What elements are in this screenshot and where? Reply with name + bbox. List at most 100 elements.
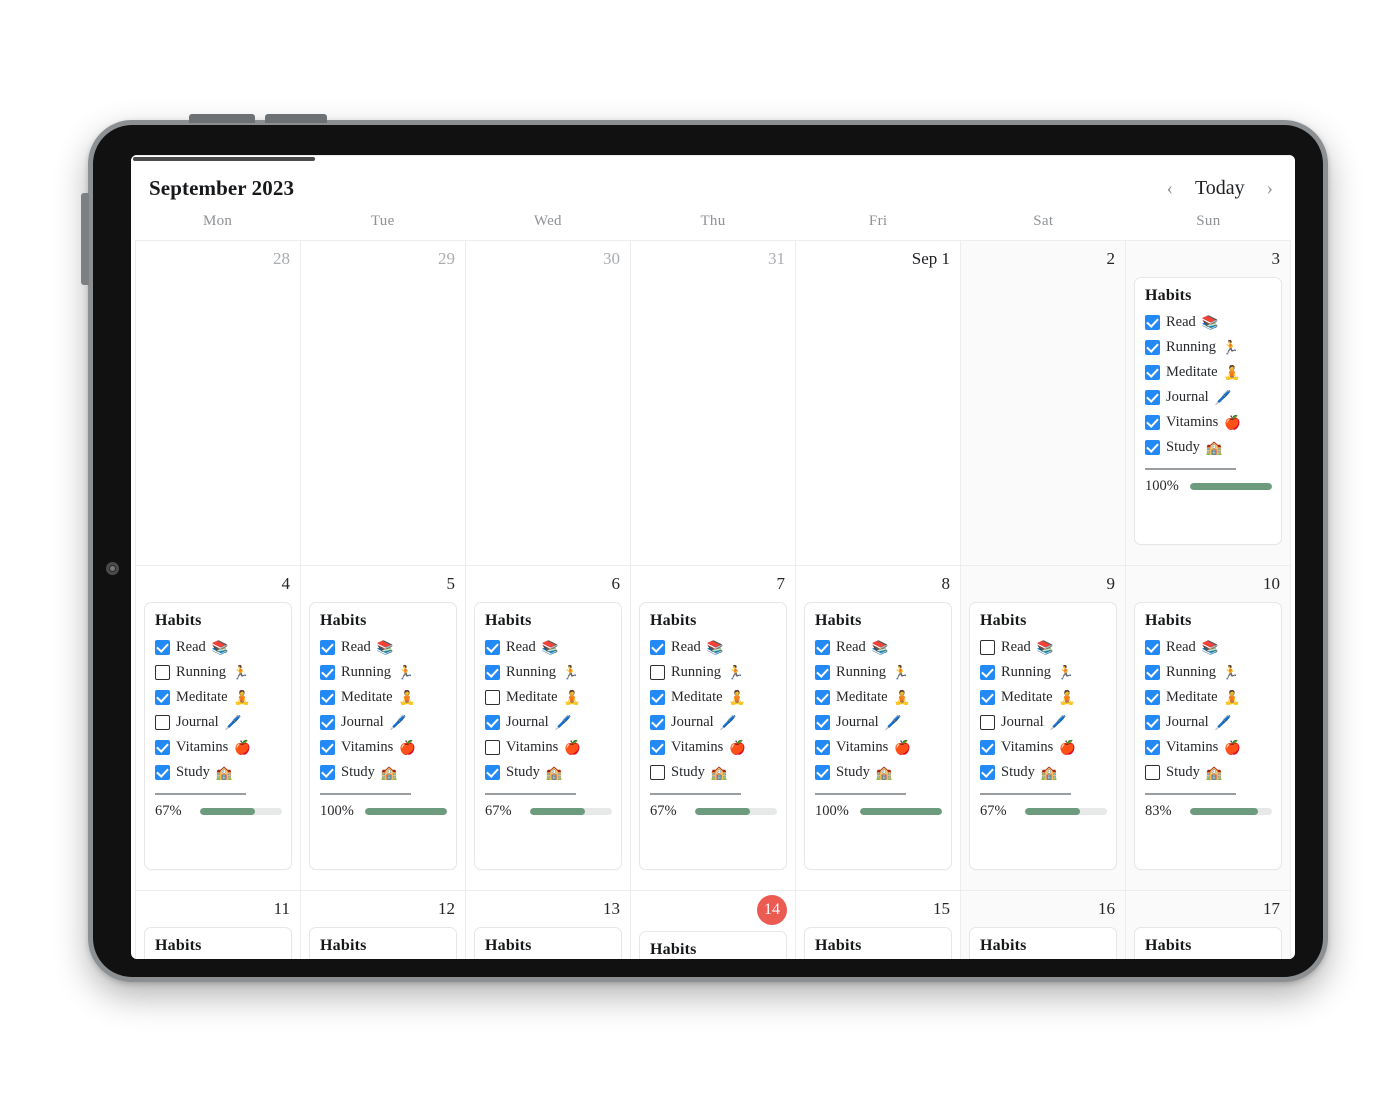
habit-row[interactable]: Journal 🖊️ [815, 710, 942, 735]
habits-card[interactable]: Habits [144, 927, 292, 959]
habits-card[interactable]: Habits Read 📚 Running 🏃 Meditate 🧘 Journal 🖊️ Vit… [474, 602, 622, 870]
checkbox-checked-icon[interactable] [155, 740, 170, 755]
checkbox-checked-icon[interactable] [1145, 440, 1160, 455]
checkbox-checked-icon[interactable] [1145, 340, 1160, 355]
habit-row[interactable]: Meditate 🧘 [1145, 360, 1272, 385]
habits-card[interactable]: Habits Read 📚 Running 🏃 Meditate 🧘 Journal 🖊️ Vit… [639, 602, 787, 870]
calendar-day-cell[interactable]: Sep 1 [796, 241, 961, 566]
calendar-day-cell[interactable]: 7 Habits Read 📚 Running 🏃 Meditate 🧘 Journal 🖊️ Vi… [631, 566, 796, 891]
calendar-day-cell[interactable]: 17 Habits [1126, 891, 1291, 959]
checkbox-checked-icon[interactable] [815, 740, 830, 755]
checkbox-checked-icon[interactable] [320, 640, 335, 655]
calendar-day-cell[interactable]: 12 Habits [301, 891, 466, 959]
checkbox-unchecked-icon[interactable] [485, 690, 500, 705]
calendar-day-cell[interactable]: 29 [301, 241, 466, 566]
checkbox-checked-icon[interactable] [1145, 390, 1160, 405]
habit-row[interactable]: Read 📚 [485, 635, 612, 660]
checkbox-checked-icon[interactable] [320, 690, 335, 705]
checkbox-checked-icon[interactable] [320, 665, 335, 680]
horizontal-scrollbar[interactable] [131, 155, 1295, 162]
habit-row[interactable]: Study 🏫 [980, 760, 1107, 785]
habit-row[interactable]: Read 📚 [320, 635, 447, 660]
habit-row[interactable]: Read 📚 [815, 635, 942, 660]
habit-row[interactable]: Study 🏫 [1145, 435, 1272, 460]
habits-card[interactable]: Habits [1134, 927, 1282, 959]
habit-row[interactable]: Meditate 🧘 [650, 685, 777, 710]
checkbox-unchecked-icon[interactable] [155, 715, 170, 730]
checkbox-checked-icon[interactable] [320, 740, 335, 755]
calendar-day-cell[interactable]: 9 Habits Read 📚 Running 🏃 Meditate 🧘 Journal 🖊️ Vi… [961, 566, 1126, 891]
habits-card[interactable]: Habits [639, 931, 787, 959]
checkbox-checked-icon[interactable] [815, 640, 830, 655]
habit-row[interactable]: Read 📚 [1145, 310, 1272, 335]
tablet-top-button-1[interactable] [189, 114, 255, 123]
habit-row[interactable]: Study 🏫 [485, 760, 612, 785]
habits-card[interactable]: Habits Read 📚 Running 🏃 Meditate 🧘 Journal 🖊️ Vit… [804, 602, 952, 870]
checkbox-checked-icon[interactable] [1145, 715, 1160, 730]
checkbox-checked-icon[interactable] [815, 665, 830, 680]
checkbox-unchecked-icon[interactable] [1145, 765, 1160, 780]
habit-row[interactable]: Vitamins 🍎 [980, 735, 1107, 760]
chevron-left-icon[interactable]: ‹ [1163, 177, 1177, 200]
checkbox-checked-icon[interactable] [650, 740, 665, 755]
habit-row[interactable]: Vitamins 🍎 [1145, 410, 1272, 435]
habit-row[interactable]: Journal 🖊️ [485, 710, 612, 735]
checkbox-checked-icon[interactable] [815, 690, 830, 705]
habits-card[interactable]: Habits Read 📚 Running 🏃 Meditate 🧘 Journal 🖊️ Vit… [144, 602, 292, 870]
calendar-day-cell[interactable]: 11 Habits [136, 891, 301, 959]
calendar-day-cell[interactable]: 10 Habits Read 📚 Running 🏃 Meditate 🧘 Journal 🖊️ V… [1126, 566, 1291, 891]
habit-row[interactable]: Meditate 🧘 [815, 685, 942, 710]
calendar-day-cell[interactable]: 8 Habits Read 📚 Running 🏃 Meditate 🧘 Journal 🖊️ Vi… [796, 566, 961, 891]
habit-row[interactable]: Read 📚 [650, 635, 777, 660]
checkbox-checked-icon[interactable] [485, 640, 500, 655]
habits-card[interactable]: Habits Read 📚 Running 🏃 Meditate 🧘 Journal 🖊️ Vit… [1134, 277, 1282, 545]
habit-row[interactable]: Running 🏃 [155, 660, 282, 685]
habit-row[interactable]: Running 🏃 [815, 660, 942, 685]
habit-row[interactable]: Vitamins 🍎 [1145, 735, 1272, 760]
habit-row[interactable]: Vitamins 🍎 [320, 735, 447, 760]
habit-row[interactable]: Vitamins 🍎 [485, 735, 612, 760]
checkbox-unchecked-icon[interactable] [650, 765, 665, 780]
checkbox-checked-icon[interactable] [980, 740, 995, 755]
calendar-day-cell[interactable]: 13 Habits [466, 891, 631, 959]
habit-row[interactable]: Journal 🖊️ [650, 710, 777, 735]
habit-row[interactable]: Study 🏫 [650, 760, 777, 785]
checkbox-checked-icon[interactable] [155, 765, 170, 780]
habit-row[interactable]: Journal 🖊️ [320, 710, 447, 735]
checkbox-checked-icon[interactable] [650, 690, 665, 705]
habit-row[interactable]: Running 🏃 [485, 660, 612, 685]
habits-card[interactable]: Habits [474, 927, 622, 959]
habit-row[interactable]: Meditate 🧘 [980, 685, 1107, 710]
habit-row[interactable]: Meditate 🧘 [485, 685, 612, 710]
scrollbar-thumb[interactable] [133, 157, 315, 161]
calendar-day-cell[interactable]: 14 Habits [631, 891, 796, 959]
habit-row[interactable]: Meditate 🧘 [320, 685, 447, 710]
tablet-side-button[interactable] [81, 193, 89, 285]
calendar-day-cell[interactable]: 2 [961, 241, 1126, 566]
habit-row[interactable]: Running 🏃 [980, 660, 1107, 685]
habit-row[interactable]: Running 🏃 [320, 660, 447, 685]
calendar-day-cell[interactable]: 31 [631, 241, 796, 566]
tablet-top-button-2[interactable] [265, 114, 327, 123]
calendar-day-cell[interactable]: 4 Habits Read 📚 Running 🏃 Meditate 🧘 Journal 🖊️ Vi… [136, 566, 301, 891]
checkbox-checked-icon[interactable] [1145, 415, 1160, 430]
checkbox-checked-icon[interactable] [980, 690, 995, 705]
checkbox-checked-icon[interactable] [1145, 640, 1160, 655]
habit-row[interactable]: Study 🏫 [320, 760, 447, 785]
habit-row[interactable]: Journal 🖊️ [980, 710, 1107, 735]
calendar-day-cell[interactable]: 16 Habits [961, 891, 1126, 959]
checkbox-unchecked-icon[interactable] [650, 665, 665, 680]
habits-card[interactable]: Habits Read 📚 Running 🏃 Meditate 🧘 Journal 🖊️ Vit… [1134, 602, 1282, 870]
habit-row[interactable]: Vitamins 🍎 [650, 735, 777, 760]
habit-row[interactable]: Journal 🖊️ [1145, 385, 1272, 410]
habit-row[interactable]: Running 🏃 [1145, 335, 1272, 360]
calendar-day-cell[interactable]: 5 Habits Read 📚 Running 🏃 Meditate 🧘 Journal 🖊️ Vi… [301, 566, 466, 891]
checkbox-checked-icon[interactable] [485, 665, 500, 680]
checkbox-checked-icon[interactable] [650, 640, 665, 655]
checkbox-checked-icon[interactable] [815, 715, 830, 730]
habits-card[interactable]: Habits Read 📚 Running 🏃 Meditate 🧘 Journal 🖊️ Vit… [969, 602, 1117, 870]
habit-row[interactable]: Study 🏫 [1145, 760, 1272, 785]
checkbox-unchecked-icon[interactable] [485, 740, 500, 755]
checkbox-checked-icon[interactable] [155, 690, 170, 705]
habit-row[interactable]: Vitamins 🍎 [155, 735, 282, 760]
